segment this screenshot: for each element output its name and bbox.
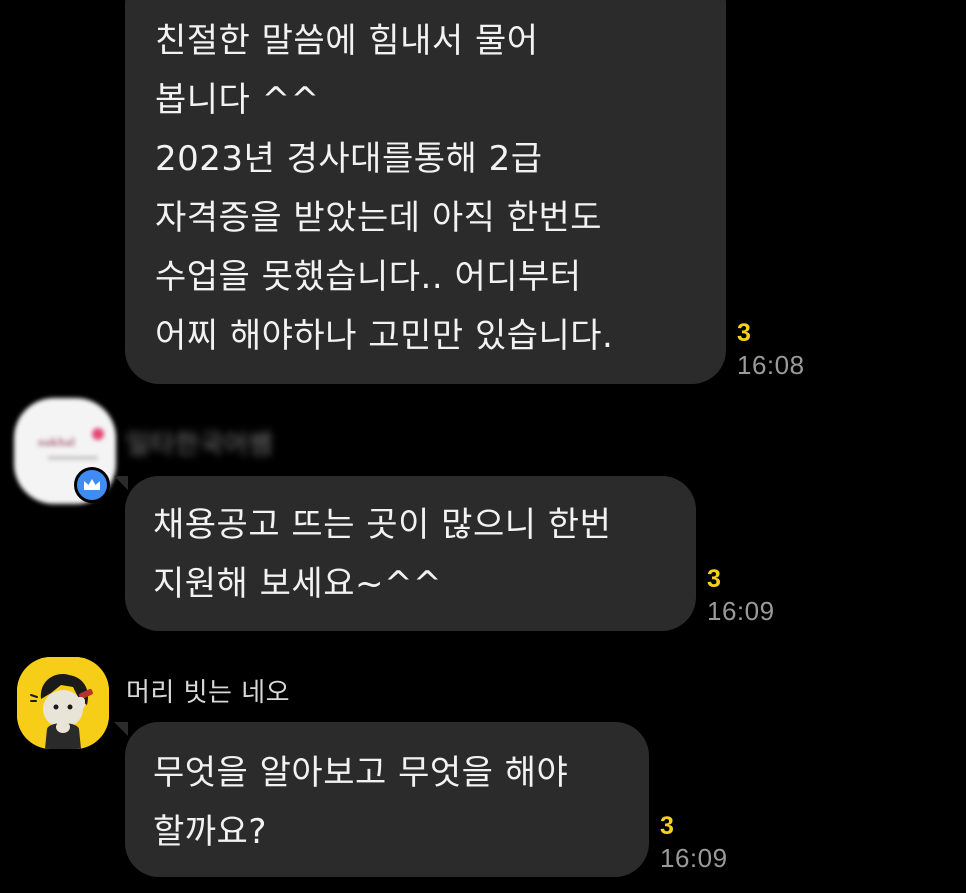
message-line: 채용공고 뜨는 곳이 많으니 한번	[153, 505, 612, 545]
logo-subtitle-bar	[48, 456, 98, 460]
neo-character-icon[interactable]	[17, 657, 109, 749]
sender-name: 머리 빗는 네오	[126, 678, 291, 708]
bubble-tail	[114, 476, 128, 490]
message-meta: 3 16:09	[660, 811, 728, 875]
chat-area: 친절한 말씀에 힘내서 물어 봅니다 ^^ 2023년 경사대를통해 2급 자격…	[0, 0, 966, 893]
unread-count: 3	[737, 319, 751, 347]
message-meta: 3 16:08	[737, 318, 805, 382]
message-line: 수업을 못했습니다.. 어디부터	[155, 257, 582, 297]
bubble-tail	[114, 722, 128, 736]
message-time: 16:09	[707, 596, 775, 626]
message-line: 어찌 해야하나 고민만 있습니다.	[155, 316, 614, 356]
message-line: 자격증을 받았는데 아직 한번도	[155, 198, 603, 238]
message-bubble[interactable]: 채용공고 뜨는 곳이 많으니 한번 지원해 보세요~^^	[125, 476, 696, 631]
message-line: 2023년 경사대를통해 2급	[155, 139, 543, 179]
unread-count: 3	[707, 565, 721, 593]
message-line: 무엇을 알아보고 무엇을 해야	[153, 753, 569, 793]
sender-name: 일타한국어쌤	[126, 430, 273, 460]
message-line: 봅니다 ^^	[155, 80, 320, 120]
message-line: 할까요?	[153, 812, 267, 852]
message-meta: 3 16:09	[707, 564, 775, 628]
message-line: 지원해 보세요~^^	[153, 564, 442, 604]
message-time: 16:09	[660, 843, 728, 873]
unread-count: 3	[660, 812, 674, 840]
message-bubble[interactable]: 무엇을 알아보고 무엇을 해야 할까요?	[125, 722, 649, 877]
logo-mark-icon	[92, 428, 104, 440]
message-bubble[interactable]: 친절한 말씀에 힘내서 물어 봅니다 ^^ 2023년 경사대를통해 2급 자격…	[125, 0, 726, 384]
message-time: 16:08	[737, 350, 805, 380]
avatar-logo-text: oakhal	[38, 434, 76, 449]
crown-icon	[74, 467, 110, 503]
message-line: 친절한 말씀에 힘내서 물어	[155, 21, 539, 61]
